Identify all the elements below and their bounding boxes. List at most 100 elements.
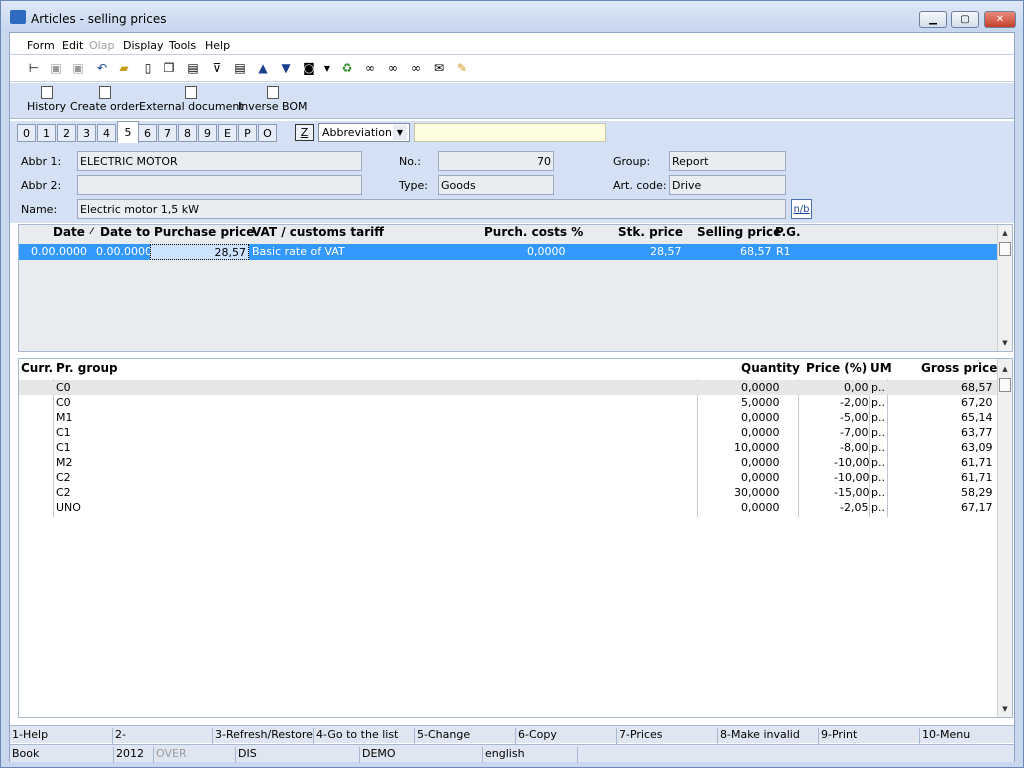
tab-8[interactable]: 8 (178, 124, 197, 142)
search-input[interactable] (414, 123, 606, 142)
maximize-button[interactable]: ▢ (951, 11, 979, 28)
col-quantity[interactable]: Quantity (741, 361, 800, 379)
f3-refresh[interactable]: 3-Refresh/Restore (212, 728, 313, 744)
group-field[interactable]: Report (669, 151, 786, 171)
table-row[interactable]: M2 0,0000 -10,00 p.. 61,71 (19, 455, 997, 470)
tab-5[interactable]: 5 (117, 121, 139, 143)
vertical-scrollbar[interactable]: ▲ ▼ (997, 225, 1012, 351)
f6-copy[interactable]: 6-Copy (515, 728, 557, 744)
tab-o[interactable]: O (258, 124, 277, 142)
binoculars-icon[interactable]: ∞ (362, 60, 378, 76)
tab-1[interactable]: 1 (37, 124, 56, 142)
tab-3[interactable]: 3 (77, 124, 96, 142)
table-row[interactable]: C2 30,0000 -15,00 p.. 58,29 (19, 485, 997, 500)
abbr2-field[interactable] (77, 175, 362, 195)
table-row[interactable]: C0 5,0000 -2,00 p.. 67,20 (19, 395, 997, 410)
f9-print[interactable]: 9-Print (818, 728, 857, 744)
table-row[interactable]: C2 0,0000 -10,00 p.. 61,71 (19, 470, 997, 485)
app-icon (10, 10, 26, 24)
tab-0[interactable]: 0 (17, 124, 36, 142)
col-purchase-price[interactable]: Purchase price (154, 225, 254, 243)
f8-make-invalid[interactable]: 8-Make invalid (717, 728, 800, 744)
menu-tools[interactable]: Tools (169, 39, 196, 52)
recycle-icon[interactable]: ♻ (339, 60, 355, 76)
cell-um: p.. (871, 396, 885, 409)
col-selling-price[interactable]: Selling price (697, 225, 781, 243)
book-icon[interactable]: ▤ (185, 60, 201, 76)
arrow-down-icon[interactable]: ▼ (278, 60, 294, 76)
type-field[interactable]: Goods (438, 175, 554, 195)
scroll-thumb[interactable] (999, 378, 1011, 392)
binoculars-prev-icon[interactable]: ∞ (408, 60, 424, 76)
col-gross-price[interactable]: Gross price (921, 361, 997, 379)
price-group-grid: Curr. Pr. group Quantity Price (%) UM Gr… (18, 358, 1013, 718)
abbr1-field[interactable]: ELECTRIC MOTOR (77, 151, 362, 171)
vertical-scrollbar[interactable]: ▲ ▼ (997, 359, 1012, 717)
undo-icon[interactable]: ↶ (94, 60, 110, 76)
tab-7[interactable]: 7 (158, 124, 177, 142)
menu-form[interactable]: Form (27, 39, 55, 52)
col-pg[interactable]: P.G. (775, 225, 801, 243)
filter-document-icon[interactable]: ▤ (232, 60, 248, 76)
table-row[interactable]: UNO 0,0000 -2,05 p.. 67,17 (19, 500, 997, 515)
dropdown-icon[interactable]: ▼ (319, 60, 335, 76)
no-field[interactable]: 70 (438, 151, 554, 171)
menu-display[interactable]: Display (123, 39, 164, 52)
external-document-button[interactable]: External document (139, 86, 244, 113)
tab-2[interactable]: 2 (57, 124, 76, 142)
new-document-icon[interactable]: ▯ (140, 60, 156, 76)
tab-e[interactable]: E (218, 124, 237, 142)
f5-change[interactable]: 5-Change (414, 728, 470, 744)
inverse-bom-button[interactable]: Inverse BOM (238, 86, 308, 113)
tab-p[interactable]: P (238, 124, 257, 142)
f2[interactable]: 2- (112, 728, 126, 744)
col-um[interactable]: UM (870, 361, 892, 379)
col-curr[interactable]: Curr. (21, 361, 53, 379)
binoculars-next-icon[interactable]: ∞ (385, 60, 401, 76)
open-folder-icon[interactable]: ▰ (116, 60, 132, 76)
table-row[interactable]: M1 0,0000 -5,00 p.. 65,14 (19, 410, 997, 425)
close-button[interactable]: ✕ (984, 11, 1016, 28)
menu-edit[interactable]: Edit (62, 39, 83, 52)
scroll-down-icon[interactable]: ▼ (998, 336, 1012, 350)
tab-4[interactable]: 4 (97, 124, 116, 142)
col-date[interactable]: Date (53, 225, 85, 243)
camera-icon[interactable]: ◙ (301, 60, 317, 76)
nb-button[interactable]: n/b (791, 199, 812, 219)
tab-6[interactable]: 6 (138, 124, 157, 142)
f10-menu[interactable]: 10-Menu (919, 728, 970, 744)
col-pr-group[interactable]: Pr. group (56, 361, 118, 379)
table-row[interactable]: C0 0,0000 0,00 p.. 68,57 (19, 380, 997, 395)
name-field[interactable]: Electric motor 1,5 kW (77, 199, 786, 219)
minimize-button[interactable]: ▁ (919, 11, 947, 28)
table-row[interactable]: C1 10,0000 -8,00 p.. 63,09 (19, 440, 997, 455)
table-row[interactable]: C1 0,0000 -7,00 p.. 63,77 (19, 425, 997, 440)
cell-purchase-price[interactable]: 28,57 (150, 244, 249, 260)
col-stk-price[interactable]: Stk. price (618, 225, 683, 243)
tab-9[interactable]: 9 (198, 124, 217, 142)
table-row[interactable]: 0.00.0000 0.00.0000 28,57 Basic rate of … (19, 244, 997, 260)
abbreviation-select[interactable]: Abbreviation1 ▼ (318, 123, 410, 142)
copy-icon[interactable]: ❐ (161, 60, 177, 76)
col-price-pct[interactable]: Price (%) (806, 361, 867, 379)
notepad-icon[interactable]: ✎ (454, 60, 470, 76)
col-vat[interactable]: VAT / customs tariff (252, 225, 384, 243)
col-purch-costs[interactable]: Purch. costs % (484, 225, 583, 243)
scroll-up-icon[interactable]: ▲ (998, 362, 1012, 376)
history-button[interactable]: History (27, 86, 66, 113)
menu-help[interactable]: Help (205, 39, 230, 52)
scroll-up-icon[interactable]: ▲ (998, 226, 1012, 240)
scroll-down-icon[interactable]: ▼ (998, 702, 1012, 716)
scroll-thumb[interactable] (999, 242, 1011, 256)
tree-icon[interactable]: ⊢ (26, 60, 42, 76)
create-order-button[interactable]: Create order (70, 86, 139, 113)
f7-prices[interactable]: 7-Prices (616, 728, 663, 744)
filter-icon[interactable]: ⊽ (209, 60, 225, 76)
col-date-to[interactable]: Date to (100, 225, 150, 243)
mail-icon[interactable]: ✉ (431, 60, 447, 76)
z-button[interactable]: Z (295, 124, 314, 141)
arrow-up-icon[interactable]: ▲ (255, 60, 271, 76)
f1-help[interactable]: 1-Help (10, 728, 48, 744)
artcode-field[interactable]: Drive (669, 175, 786, 195)
f4-goto-list[interactable]: 4-Go to the list (313, 728, 398, 744)
